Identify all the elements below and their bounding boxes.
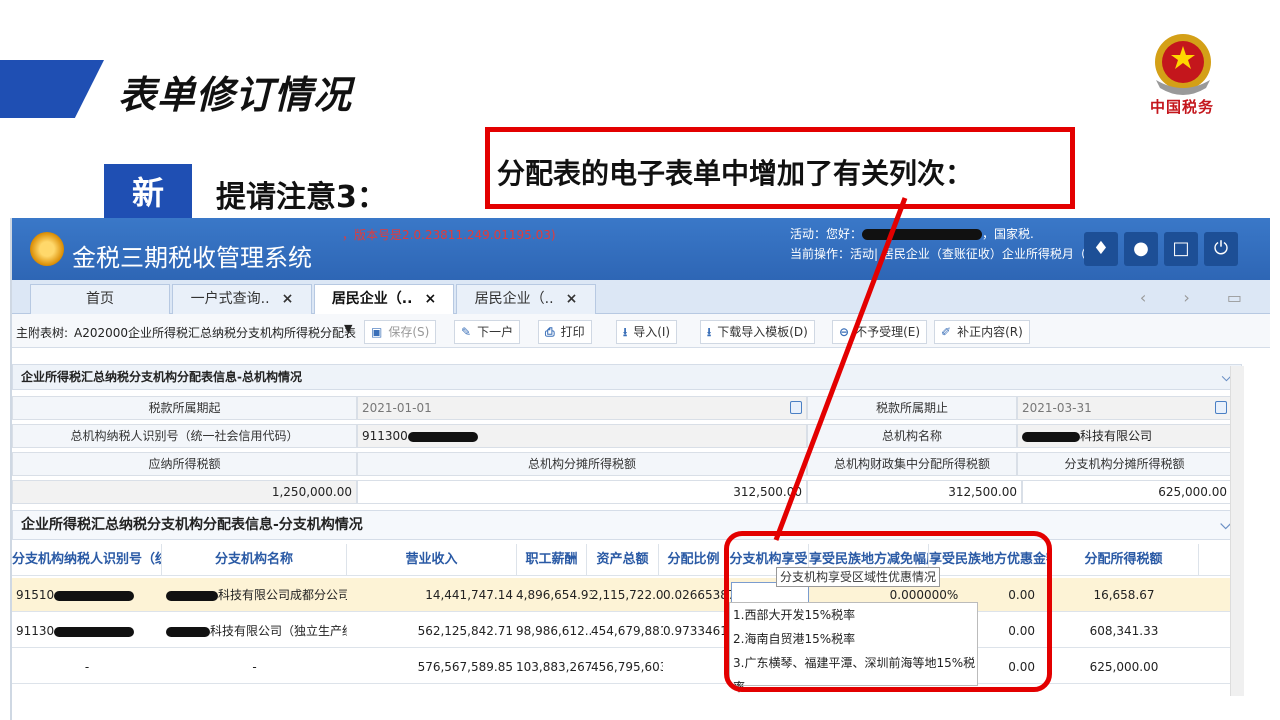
tab-nav-arrows[interactable]: ‹ › ▭ — [1140, 288, 1258, 307]
branch-table-header: 分支机构纳税人识别号（统一 分支机构名称 营业收入 职工薪酬 资产总额 分配比例… — [12, 544, 1242, 576]
col-revenue[interactable]: 营业收入 — [347, 544, 517, 576]
taxpayer-id-label: 总机构纳税人识别号（统一社会信用代码） — [12, 424, 357, 448]
taxpayer-row: 总机构纳税人识别号（统一社会信用代码） 911300 总机构名称 科技有限公司 — [12, 424, 1242, 448]
title-accent-bar — [0, 60, 104, 118]
branch-share-label: 分支机构分摊所得税额 — [1017, 452, 1232, 476]
redacted-name — [166, 626, 210, 637]
hq-section-header: 企业所得税汇总纳税分支机构分配表信息-总机构情况 ⌵ — [12, 364, 1242, 390]
minus-circle-icon: ⊖ — [839, 325, 850, 339]
system-name: 金税三期税收管理系统 — [72, 244, 312, 272]
redacted-name — [862, 229, 983, 240]
period-end-label: 税款所属期止 — [807, 396, 1017, 420]
tab-resident-enterprise-active[interactable]: 居民企业（.. × — [314, 284, 454, 314]
tax-values-row: 1,250,000.00 312,500.00 312,500.00 625,0… — [12, 480, 1242, 504]
tab-resident-enterprise[interactable]: 居民企业（.. × — [456, 284, 596, 314]
redacted-name — [1022, 431, 1080, 442]
col-assets[interactable]: 资产总额 — [587, 544, 659, 576]
table-row-total: - - 576,567,589.85 103,883,267.... 456,7… — [12, 650, 1242, 684]
chat-icon[interactable]: □ — [1164, 232, 1198, 266]
tab-home[interactable]: 首页 — [30, 284, 170, 314]
tax-labels-row: 应纳所得税额 总机构分摊所得税额 总机构财政集中分配所得税额 分支机构分摊所得税… — [12, 452, 1242, 476]
form-tree-label: 主附表树: — [16, 326, 69, 340]
print-icon: ⎙ — [545, 325, 555, 339]
redacted-id — [54, 590, 135, 601]
hq-share-label: 总机构分摊所得税额 — [357, 452, 807, 476]
close-icon: × — [281, 291, 294, 307]
next-button[interactable]: ✎ 下一户 — [454, 320, 521, 344]
current-operation: 当前操作：活动| 居民企业（查账征收）企业所得税月（.. — [790, 247, 1094, 261]
app-header: 金税三期税收管理系统 ，版本号是2.0.23811.249.01195.03) … — [12, 218, 1270, 280]
download-icon: ⭳ — [707, 325, 712, 339]
redacted-id — [407, 431, 478, 442]
highlight-ring — [724, 531, 1052, 692]
redacted-name — [166, 590, 218, 601]
bell-icon[interactable]: ♦ — [1084, 232, 1118, 266]
slide-title: 表单修订情况 — [118, 73, 353, 117]
vertical-scrollbar[interactable] — [1230, 366, 1244, 696]
col-allocated-tax[interactable]: 分配所得税额 — [1049, 544, 1199, 576]
system-logo-icon — [30, 232, 64, 266]
hq-name-field: 科技有限公司 — [1017, 424, 1232, 448]
hq-share-value: 312,500.00 — [357, 480, 807, 504]
power-icon[interactable]: ⏻ — [1204, 232, 1238, 266]
emblem-caption: 中国税务 — [1150, 98, 1215, 116]
branch-section-header: 企业所得税汇总纳税分支机构分配表信息-分支机构情况 ⌵ — [12, 510, 1242, 540]
fiscal-value: 312,500.00 — [807, 480, 1022, 504]
user-info: 活动：您好： ，国家税. 当前操作：活动| 居民企业（查账征收）企业所得税月（.. — [790, 224, 1094, 264]
supplement-button[interactable]: ✐ 补正内容(R) — [934, 320, 1030, 344]
period-start-field[interactable]: 2021-01-01 — [357, 396, 807, 420]
chevron-down-icon[interactable]: ▼ — [344, 322, 352, 335]
version-text: ，版本号是2.0.23811.249.01195.03) — [342, 228, 556, 242]
table-row[interactable]: 91130 科技有限公司（独立生产经... 562,125,842.71 98,… — [12, 614, 1242, 648]
period-end-field[interactable]: 2021-03-31 — [1017, 396, 1232, 420]
table-row[interactable]: 91510 科技有限公司成都分公司 14,441,747.14 4,896,65… — [12, 578, 1242, 612]
new-badge: 新 — [104, 164, 192, 222]
col-salary[interactable]: 职工薪酬 — [517, 544, 587, 576]
import-button[interactable]: ⭳ 导入(I) — [616, 320, 678, 344]
pencil-icon: ✐ — [941, 325, 952, 339]
redacted-id — [54, 626, 135, 637]
user-org: ，国家税. — [982, 227, 1034, 241]
hq-name-label: 总机构名称 — [807, 424, 1017, 448]
taxpayer-id-field: 911300 — [357, 424, 807, 448]
edit-icon: ✎ — [461, 325, 472, 339]
form-select[interactable]: A202000企业所得税汇总纳税分支机构所得税分配表 — [74, 324, 360, 344]
close-icon: × — [424, 291, 437, 307]
tax-payable-label: 应纳所得税额 — [12, 452, 357, 476]
tax-payable-value: 1,250,000.00 — [12, 480, 357, 504]
tab-bar: 首页 一户式查询.. × 居民企业（.. × 居民企业（.. × ‹ › ▭ — [12, 280, 1270, 314]
print-button[interactable]: ⎙ 打印 — [538, 320, 592, 344]
period-row: 税款所属期起 2021-01-01 税款所属期止 2021-03-31 — [12, 396, 1242, 420]
calendar-icon — [1215, 401, 1227, 414]
fiscal-label: 总机构财政集中分配所得税额 — [807, 452, 1017, 476]
tab-query[interactable]: 一户式查询.. × — [172, 284, 312, 314]
col-branch-id[interactable]: 分支机构纳税人识别号（统一 — [12, 544, 162, 576]
period-start-label: 税款所属期起 — [12, 396, 357, 420]
callout-text: 分配表的电子表单中增加了有关列次： — [497, 157, 974, 190]
download-icon: ⭳ — [623, 325, 628, 339]
branch-share-value: 625,000.00 — [1022, 480, 1232, 504]
col-ratio[interactable]: 分配比例 — [659, 544, 729, 576]
calendar-icon — [790, 401, 802, 414]
col-branch-name[interactable]: 分支机构名称 — [162, 544, 347, 576]
notice-heading: 提请注意3： — [216, 180, 387, 215]
save-icon: ▣ — [371, 325, 383, 339]
user-greeting: 活动：您好： — [790, 227, 863, 241]
toolbar: 主附表树: A202000企业所得税汇总纳税分支机构所得税分配表 ▼ ▣ 保存(S… — [12, 314, 1270, 348]
close-icon: × — [565, 291, 578, 307]
tax-system-window: 金税三期税收管理系统 ，版本号是2.0.23811.249.01195.03) … — [10, 218, 1270, 720]
users-icon[interactable]: ● — [1124, 232, 1158, 266]
download-template-button[interactable]: ⭳ 下载导入模板(D) — [700, 320, 815, 344]
save-button[interactable]: ▣ 保存(S) — [364, 320, 437, 344]
reject-button[interactable]: ⊖ 不予受理(E) — [832, 320, 928, 344]
